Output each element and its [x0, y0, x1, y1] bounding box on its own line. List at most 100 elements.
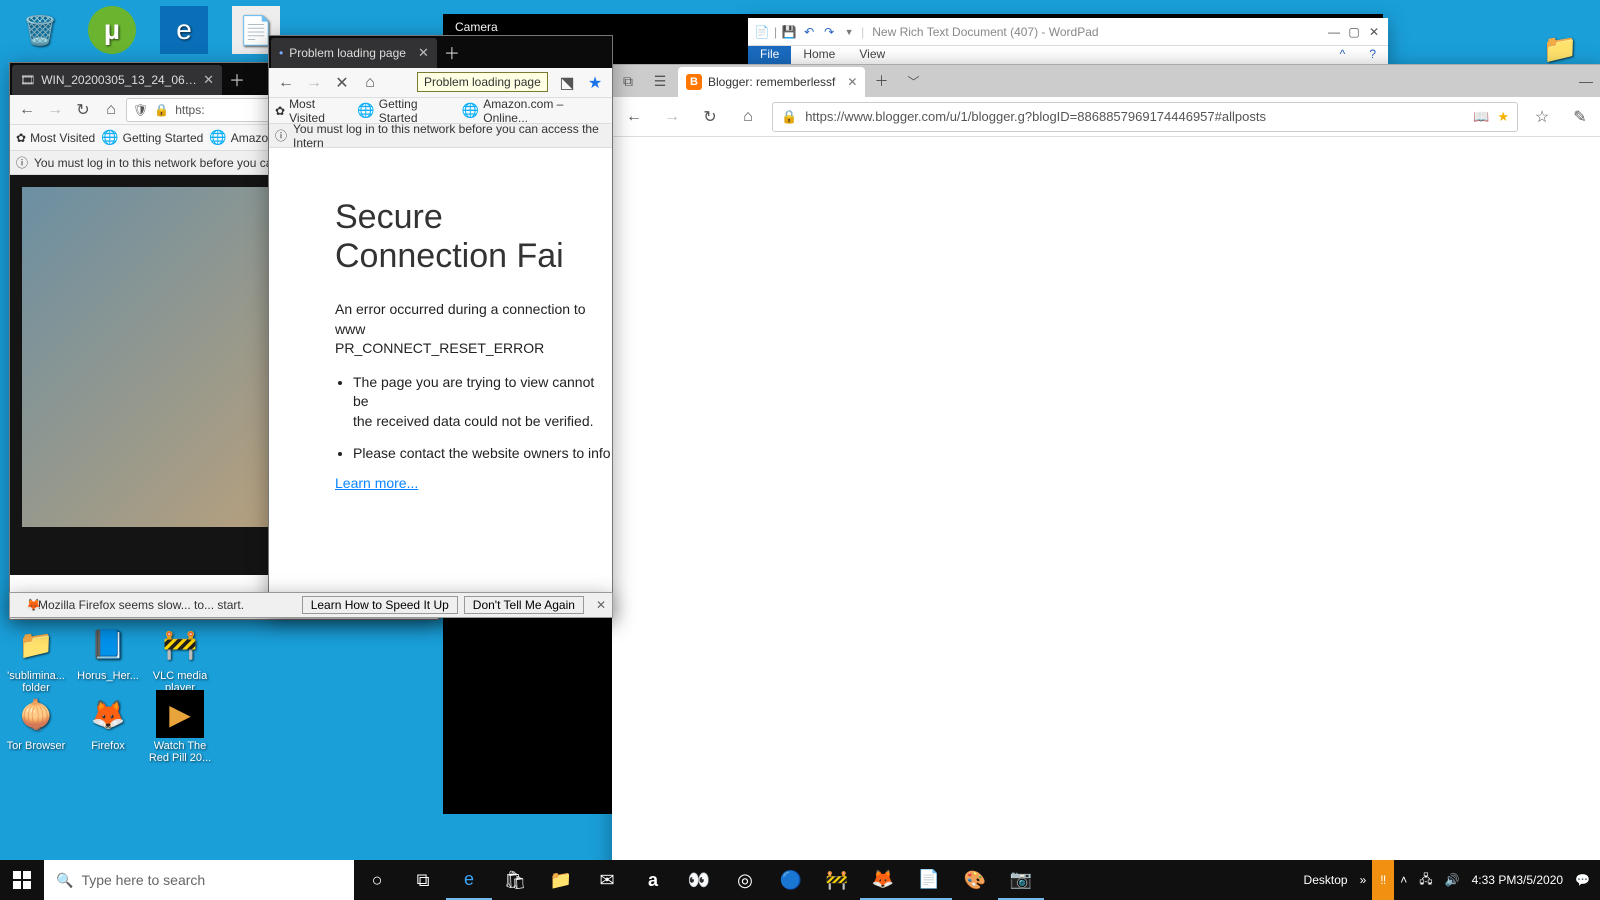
dont-tell-button[interactable]: Don't Tell Me Again: [464, 596, 584, 614]
tray-overflow-icon[interactable]: ˄: [1394, 860, 1413, 900]
tabs-dropdown-icon[interactable]: ﹀: [897, 65, 929, 97]
desktop-icon-firefox[interactable]: 🦊 Firefox: [72, 690, 144, 752]
desktop-icon-tor[interactable]: 🧅 Tor Browser: [0, 690, 72, 752]
maximize-button[interactable]: ▢: [1346, 24, 1362, 40]
dropdown-icon[interactable]: ▼: [841, 24, 857, 40]
learn-more-link[interactable]: Learn more...: [335, 475, 418, 491]
taskbar-search[interactable]: 🔍 Type here to search: [44, 860, 354, 900]
help-icon[interactable]: ?: [1357, 46, 1388, 64]
error-para: An error occurred during a connection to…: [335, 300, 612, 359]
bookmark-amazon[interactable]: Amazon.com – Online...: [462, 97, 606, 125]
tray-app-icon[interactable]: ‼: [1372, 860, 1394, 900]
reading-view-icon[interactable]: 📖: [1473, 109, 1489, 125]
pocket-icon[interactable]: ⬔: [554, 70, 580, 96]
taskbar-camera[interactable]: 📷: [998, 860, 1044, 900]
taskbar-vlc[interactable]: 🚧: [814, 860, 860, 900]
tray-network-icon[interactable]: 🖧: [1413, 860, 1438, 900]
taskbar-app1[interactable]: ◎: [722, 860, 768, 900]
tab-title: Blogger: rememberlessf: [708, 75, 835, 89]
bookmark-star-icon[interactable]: ★: [582, 70, 608, 96]
desktop-icon-video[interactable]: ▶ Watch The Red Pill 20...: [144, 690, 216, 764]
ribbon-tab-view[interactable]: View: [847, 46, 897, 64]
bookmark-getting-started[interactable]: Getting Started: [101, 129, 203, 146]
taskbar-firefox[interactable]: 🦊: [860, 860, 906, 900]
refresh-button[interactable]: ↻: [70, 97, 96, 123]
browser-tab-win[interactable]: 🎞 WIN_20200305_13_24_06_Pro.m ✕: [12, 65, 222, 95]
tray-action-center-icon[interactable]: 💬: [1569, 860, 1596, 900]
undo-icon[interactable]: ↶: [801, 24, 817, 40]
globe-icon: [101, 129, 118, 146]
desktop-icon-recycle[interactable]: 🗑️: [4, 6, 76, 56]
redo-icon[interactable]: ↷: [821, 24, 837, 40]
tab-actions-button[interactable]: ⧉: [612, 65, 644, 97]
new-tab-button[interactable]: ＋: [224, 67, 250, 91]
taskbar-amazon[interactable]: a: [630, 860, 676, 900]
desktop-icon-vlc[interactable]: 🚧 VLC media player: [144, 620, 216, 694]
close-button[interactable]: ✕: [1366, 24, 1382, 40]
start-button[interactable]: [0, 860, 44, 900]
back-button[interactable]: ←: [14, 97, 40, 123]
ribbon-tab-home[interactable]: Home: [791, 46, 847, 64]
close-tab-icon[interactable]: ✕: [418, 45, 429, 61]
browser-tab-blogger[interactable]: B Blogger: rememberlessf ✕: [678, 67, 865, 97]
ribbon-tab-file[interactable]: File: [748, 46, 791, 64]
utorrent-icon: µ: [88, 6, 136, 54]
forward-button[interactable]: →: [42, 97, 68, 123]
home-button[interactable]: ⌂: [357, 70, 383, 96]
tray-chevron-icon[interactable]: »: [1354, 860, 1373, 900]
browser-tab-problem[interactable]: • Problem loading page ✕: [271, 38, 437, 68]
new-tab-button[interactable]: ＋: [865, 65, 897, 97]
task-view-button[interactable]: ⧉: [400, 860, 446, 900]
speed-up-button[interactable]: Learn How to Speed It Up: [302, 596, 458, 614]
bookmark-amazon[interactable]: Amazo: [209, 129, 268, 146]
tray-clock[interactable]: 4:33 PM 3/5/2020: [1466, 860, 1569, 900]
forward-button[interactable]: →: [658, 103, 686, 131]
edge-window: ⧉ ☰ B Blogger: rememberlessf ✕ ＋ ﹀ — ← →…: [612, 64, 1600, 884]
desktop-icon-sublimina[interactable]: 📁 'sublimina... folder: [0, 620, 72, 694]
stop-button[interactable]: ✕: [329, 70, 355, 96]
bookmark-getting-started[interactable]: Getting Started: [357, 97, 456, 125]
lock-icon: 🔒: [781, 109, 797, 125]
taskbar-wordpad[interactable]: 📄: [906, 860, 952, 900]
address-bar[interactable]: 🔒 https://www.blogger.com/u/1/blogger.g?…: [772, 102, 1518, 132]
minimize-button[interactable]: —: [1570, 65, 1600, 97]
back-button[interactable]: ←: [620, 103, 648, 131]
tray-volume-icon[interactable]: 🔊: [1439, 860, 1466, 900]
forward-button[interactable]: →: [301, 70, 327, 96]
bookmark-most-visited[interactable]: ✿Most Visited: [275, 97, 351, 125]
taskbar-paint[interactable]: 🎨: [952, 860, 998, 900]
save-icon[interactable]: 💾: [781, 24, 797, 40]
bookmark-most-visited[interactable]: ✿Most Visited: [16, 131, 95, 145]
desktop-icon-horus[interactable]: 📘 Horus_Her...: [72, 620, 144, 682]
desktop-icon-edge[interactable]: e: [148, 6, 220, 56]
url-text: https:: [175, 103, 204, 117]
taskbar-store[interactable]: 🛍: [492, 860, 538, 900]
globe-icon: [209, 129, 226, 146]
video-icon: ▶: [156, 690, 204, 738]
refresh-button[interactable]: ↻: [696, 103, 724, 131]
reading-list-icon[interactable]: ✎: [1566, 103, 1594, 131]
minimize-button[interactable]: —: [1326, 24, 1342, 40]
back-button[interactable]: ←: [273, 70, 299, 96]
tab-preview-button[interactable]: ☰: [644, 65, 676, 97]
new-tab-button[interactable]: ＋: [439, 40, 465, 64]
home-button[interactable]: ⌂: [98, 97, 124, 123]
cortana-button[interactable]: ○: [354, 860, 400, 900]
taskbar-explorer[interactable]: 📁: [538, 860, 584, 900]
tab-tooltip: Problem loading page: [417, 72, 548, 92]
blogger-favicon-icon: B: [686, 74, 702, 90]
close-tab-icon[interactable]: ✕: [203, 72, 214, 88]
favorites-icon[interactable]: ☆: [1528, 103, 1556, 131]
desktop-icon-utorrent[interactable]: µ: [76, 6, 148, 56]
close-bar-icon[interactable]: ✕: [590, 598, 612, 612]
taskbar-mail[interactable]: ✉: [584, 860, 630, 900]
taskbar-tripadvisor[interactable]: 👀: [676, 860, 722, 900]
taskbar-edge[interactable]: e: [446, 860, 492, 900]
taskbar-app2[interactable]: 🔵: [768, 860, 814, 900]
close-tab-icon[interactable]: ✕: [847, 75, 857, 89]
error-bullet: Please contact the website owners to inf…: [353, 444, 612, 464]
ribbon-collapse-icon[interactable]: ^: [1328, 46, 1358, 64]
tray-desktop-label[interactable]: Desktop: [1298, 860, 1354, 900]
favorite-icon[interactable]: ★: [1497, 109, 1509, 125]
home-button[interactable]: ⌂: [734, 103, 762, 131]
